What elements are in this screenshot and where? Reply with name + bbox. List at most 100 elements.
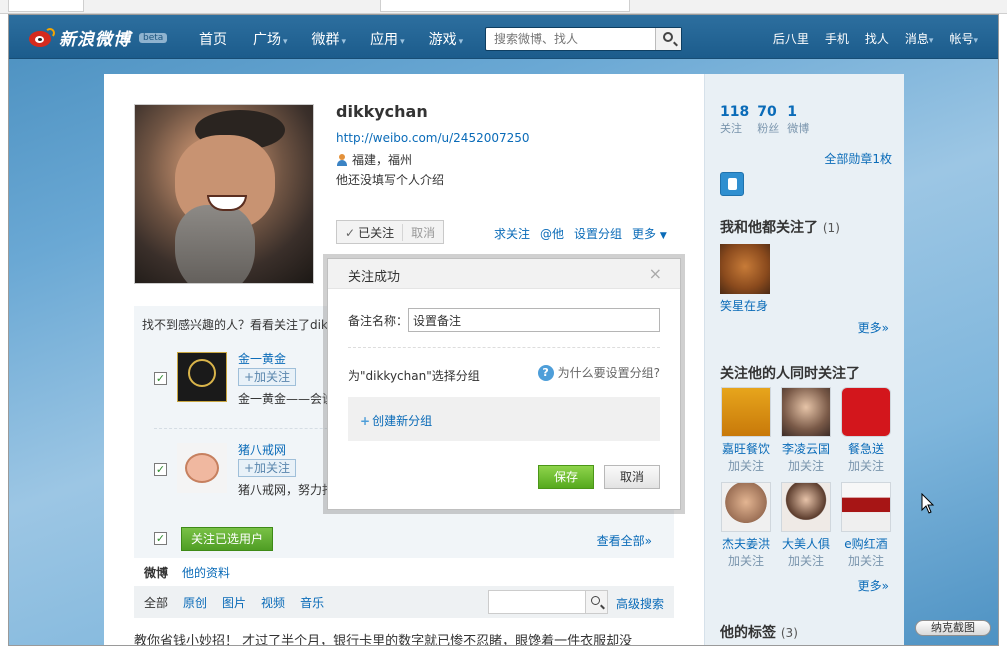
suggest-user-desc: 猪八戒网，努力打 [238,483,335,497]
stat-followers[interactable]: 70 粉丝 [757,104,779,136]
filter-music[interactable]: 音乐 [300,594,324,611]
search-button[interactable] [655,28,681,50]
user-name[interactable]: 杰夫姜洪 [720,535,772,552]
help-icon: ? [537,364,554,381]
mutual-title: 我和他都关注了 (1) [720,220,840,236]
view-all-link[interactable]: 查看全部» [597,532,652,549]
nav-account[interactable]: 帐号▾ [949,30,978,47]
stat-following[interactable]: 118 关注 [720,104,749,136]
follow-button[interactable]: 加关注 [840,457,892,474]
set-group-link[interactable]: 设置分组 [574,225,622,242]
user-avatar[interactable] [841,482,891,532]
search-icon [591,596,600,605]
logo-text: 新浪微博 [59,30,131,50]
save-button[interactable]: 保存 [538,465,594,489]
more-link[interactable]: 更多» [858,577,889,594]
follow-button[interactable]: +加关注 [238,459,297,477]
follow-status: 已关注 取消 [336,220,445,244]
user-name[interactable]: e购红酒 [840,535,892,552]
more-link[interactable]: 更多» [858,319,889,336]
suggest-title: 找不到感兴趣的人？看看关注了dik [142,318,328,332]
list-item: 杰夫姜洪 加关注 [720,482,772,569]
close-icon[interactable]: × [649,264,662,283]
main-nav: 首页 广场 ▾ 微群 ▾ 应用 ▾ 游戏 ▾ [199,29,487,49]
browser-tab[interactable] [8,0,84,12]
nav-mobile[interactable]: 手机 [825,30,849,47]
follow-selected-button[interactable]: 关注已选用户 [181,527,274,551]
stat-posts[interactable]: 1 微博 [787,104,809,136]
select-all-checkbox[interactable]: ✓ [154,532,167,545]
suggest-user-name[interactable]: 金一黄金 [238,350,286,367]
nav-find-people[interactable]: 找人 [865,30,889,47]
nav-item-games[interactable]: 游戏 ▾ [429,29,464,49]
user-avatar[interactable] [841,387,891,437]
select-checkbox[interactable]: ✓ [154,372,167,385]
list-item: 大美人俱 加关注 [780,482,832,569]
user-avatar[interactable] [721,482,771,532]
feed-tabs: 微博 他的资料 [134,558,674,586]
badge-icon[interactable] [720,172,744,196]
also-follow-title: 关注他的人同时关注了 [720,366,860,382]
request-follow-link[interactable]: 求关注 [494,225,530,242]
nav-item-apps[interactable]: 应用 ▾ [370,29,405,49]
more-menu[interactable]: 更多 ▼ [632,225,667,242]
followed-label: 已关注 [337,223,404,241]
unfollow-button[interactable]: 取消 [403,224,443,241]
browser-address-area[interactable] [380,0,630,12]
tab-weibo[interactable]: 微博 [144,564,168,581]
filter-original[interactable]: 原创 [183,594,207,611]
user-name[interactable]: 嘉旺餐饮 [720,440,772,457]
feed-search-button[interactable] [585,591,607,613]
suggest-user-name[interactable]: 猪八戒网 [238,441,286,458]
nav-item-square[interactable]: 广场 ▾ [253,29,288,49]
person-icon [336,153,348,166]
user-name[interactable]: 餐急送 [840,440,892,457]
profile-stats: 118 关注 70 粉丝 1 微博 [720,104,809,136]
weibo-logo[interactable]: 新浪微博 beta [29,25,168,50]
mention-link[interactable]: @他 [540,225,564,242]
divider [348,347,660,348]
follow-button[interactable]: 加关注 [720,552,772,569]
follow-button[interactable]: 加关注 [780,552,832,569]
profile-actions: 求关注 @他 设置分组 更多 ▼ [494,225,667,242]
follow-button[interactable]: 加关注 [840,552,892,569]
nav-messages[interactable]: 消息▾ [905,30,934,47]
user-avatar[interactable] [721,387,771,437]
chevron-down-icon: ▾ [400,37,405,47]
select-checkbox[interactable]: ✓ [154,463,167,476]
list-item: 李凌云国 加关注 [780,387,832,474]
suggest-user-desc: 金一黄金——会说 [238,392,335,406]
nav-username[interactable]: 后八里 [773,30,809,47]
user-nav: 后八里 手机 找人 消息▾ 帐号▾ [773,30,978,47]
filter-videos[interactable]: 视频 [261,594,285,611]
all-badges-link[interactable]: 全部勋章1枚 [824,150,892,167]
why-group-help[interactable]: ? 为什么要设置分组? [537,364,660,381]
follow-button[interactable]: 加关注 [780,457,832,474]
user-avatar[interactable] [781,482,831,532]
user-avatar[interactable] [781,387,831,437]
search-input[interactable] [486,28,656,50]
top-nav: 新浪微博 beta 首页 广场▾ 微群▾ 应用▾ 游戏▾ 后八里 手机 找人 消… [9,15,998,59]
nav-item-home[interactable]: 首页 [199,29,229,49]
list-item: e购红酒 加关注 [840,482,892,569]
advanced-search-link[interactable]: 高级搜索 [616,595,664,612]
group-list-area: 创建新分组 [348,397,660,441]
filter-images[interactable]: 图片 [222,594,246,611]
nav-item-groups[interactable]: 微群 ▾ [312,29,347,49]
user-name[interactable]: 李凌云国 [780,440,832,457]
follow-button[interactable]: 加关注 [720,457,772,474]
cancel-button[interactable]: 取消 [604,465,660,489]
snip-tool-button[interactable]: 纳克截图 [915,620,991,636]
user-name[interactable]: 大美人俱 [780,535,832,552]
tab-profile[interactable]: 他的资料 [182,564,230,581]
mutual-user[interactable]: 笑星在身 [720,244,770,314]
profile-url[interactable]: http://weibo.com/u/2452007250 [336,131,530,145]
mutual-user-name[interactable]: 笑星在身 [720,297,770,314]
feed-search-box[interactable] [488,590,608,614]
filter-all[interactable]: 全部 [144,594,168,611]
remark-input[interactable] [408,308,660,332]
follow-button[interactable]: +加关注 [238,368,297,386]
right-sidebar: 118 关注 70 粉丝 1 微博 全部勋章1枚 我和他都关注了 (1) 笑星在身 更… [704,74,904,645]
chevron-down-icon: ▼ [659,231,667,241]
create-group-link[interactable]: 创建新分组 [360,412,432,429]
